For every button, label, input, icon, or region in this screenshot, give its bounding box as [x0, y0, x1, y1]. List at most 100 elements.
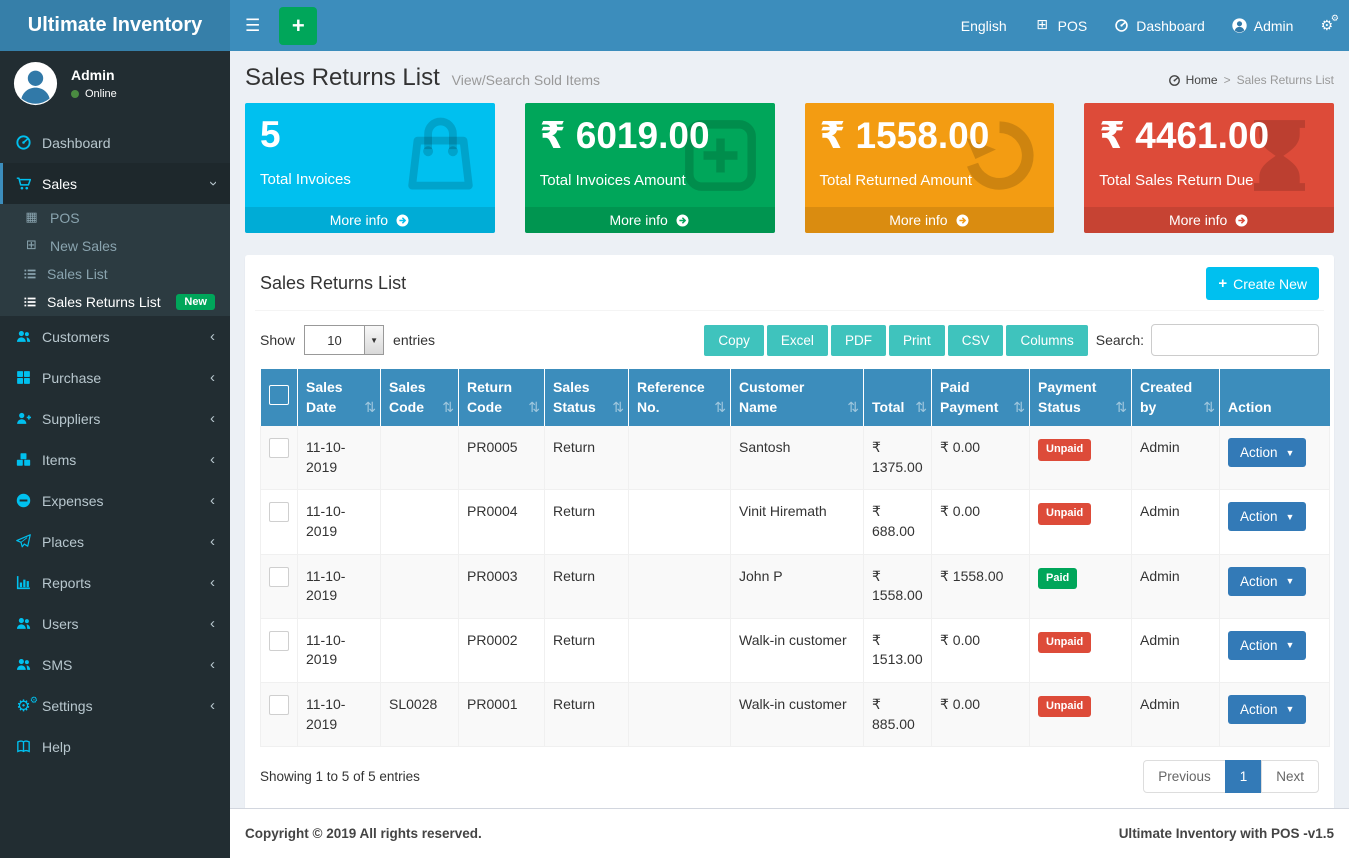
sidebar-item-help: Help — [0, 726, 230, 767]
cell-return-code: PR0002 — [459, 618, 545, 682]
sidebar-item-sales: Sales‹▦POS⊞New SalesSales ListSales Retu… — [0, 163, 230, 316]
brand-logo[interactable]: Ultimate Inventory — [0, 0, 230, 51]
row-checkbox[interactable] — [269, 502, 289, 522]
sidebar-item-head[interactable]: Items‹ — [0, 439, 230, 480]
export-csv-button[interactable]: CSV — [948, 325, 1004, 356]
row-action-button[interactable]: Action▼ — [1228, 631, 1306, 660]
row-action-button[interactable]: Action▼ — [1228, 567, 1306, 596]
export-print-button[interactable]: Print — [889, 325, 945, 356]
language-menu[interactable]: English — [961, 18, 1007, 34]
sidebar-item-label: Purchase — [42, 370, 101, 386]
breadcrumb-current: Sales Returns List — [1237, 73, 1334, 87]
search-input[interactable] — [1151, 324, 1319, 356]
more-info-link[interactable]: More info — [805, 207, 1055, 233]
cell-created-by: Admin — [1132, 682, 1220, 746]
sidebar-subitem-sales-list[interactable]: Sales List — [0, 260, 230, 288]
col-header-customer-name[interactable]: Customer Name⇅ — [731, 369, 864, 426]
col-header-sales-date[interactable]: Sales Date⇅ — [298, 369, 381, 426]
col-header-payment-status[interactable]: Payment Status⇅ — [1030, 369, 1132, 426]
row-checkbox[interactable] — [269, 567, 289, 587]
pagination-next[interactable]: Next — [1261, 760, 1319, 793]
more-info-label: More info — [1169, 212, 1227, 228]
content-wrapper: Sales Returns List View/Search Sold Item… — [230, 51, 1349, 808]
online-status-label: Online — [85, 88, 117, 100]
info-box-total-invoices-amount: ₹ 6019.00Total Invoices AmountMore info — [525, 103, 775, 233]
more-info-link[interactable]: More info — [245, 207, 495, 233]
cell-select — [261, 618, 298, 682]
users-icon — [15, 328, 32, 345]
nav-dashboard-link[interactable]: Dashboard — [1114, 18, 1205, 34]
col-header-reference-no[interactable]: Reference No.⇅ — [629, 369, 731, 426]
export-copy-button[interactable]: Copy — [704, 325, 764, 356]
sidebar-subitem-label: POS — [50, 210, 80, 226]
col-header-sales-status[interactable]: Sales Status⇅ — [545, 369, 629, 426]
cell-created-by: Admin — [1132, 490, 1220, 554]
row-checkbox[interactable] — [269, 438, 289, 458]
row-action-button[interactable]: Action▼ — [1228, 438, 1306, 467]
sidebar-subitem-new-sales[interactable]: ⊞New Sales — [0, 232, 230, 260]
settings-cogs-icon[interactable]: ⚙⚙ — [1320, 17, 1333, 34]
cell-select — [261, 554, 298, 618]
col-header-label: Paid Payment — [940, 379, 998, 415]
pagination-page-1[interactable]: 1 — [1225, 760, 1263, 793]
sidebar-subitem-pos[interactable]: ▦POS — [0, 204, 230, 232]
more-info-link[interactable]: More info — [1084, 207, 1334, 233]
nav-pos-link[interactable]: ⊞ POS — [1034, 18, 1088, 34]
row-action-button[interactable]: Action▼ — [1228, 695, 1306, 724]
chevron-left-icon: ‹ — [210, 533, 215, 550]
sidebar-toggle-icon[interactable]: ☰ — [230, 16, 275, 36]
col-header-label: Created by — [1140, 379, 1192, 415]
pagination-previous[interactable]: Previous — [1143, 760, 1226, 793]
sidebar-item-head[interactable]: ⚙⚙Settings‹ — [0, 685, 230, 726]
select-arrow-icon: ▼ — [364, 326, 383, 354]
row-checkbox[interactable] — [269, 695, 289, 715]
sidebar-item-head[interactable]: Purchase‹ — [0, 357, 230, 398]
col-header-total[interactable]: Total⇅ — [864, 369, 932, 426]
col-header-action[interactable]: Action — [1220, 369, 1330, 426]
sort-icon: ⇅ — [1203, 399, 1215, 419]
sidebar-item-head[interactable]: Help — [0, 726, 230, 767]
col-header-paid-payment[interactable]: Paid Payment⇅ — [932, 369, 1030, 426]
action-button-label: Action — [1240, 574, 1278, 589]
col-header-select-all[interactable] — [261, 369, 298, 426]
sidebar-item-head[interactable]: Expenses‹ — [0, 480, 230, 521]
payment-status-badge: Unpaid — [1038, 696, 1091, 717]
sidebar-item-head[interactable]: Suppliers‹ — [0, 398, 230, 439]
sidebar-item-head[interactable]: Users‹ — [0, 603, 230, 644]
users-icon — [15, 615, 32, 632]
cell-reference-no — [629, 682, 731, 746]
table-row: 11-10-2019PR0002ReturnWalk-in customer₹ … — [261, 618, 1330, 682]
sidebar-item-head[interactable]: Sales‹ — [0, 163, 230, 204]
sidebar-item-head[interactable]: Places‹ — [0, 521, 230, 562]
action-button-label: Action — [1240, 509, 1278, 524]
more-info-link[interactable]: More info — [525, 207, 775, 233]
sidebar-item-head[interactable]: Customers‹ — [0, 316, 230, 357]
user-menu[interactable]: Admin — [1232, 18, 1294, 34]
select-all-checkbox[interactable] — [269, 385, 289, 405]
quick-add-button[interactable]: + — [279, 7, 317, 45]
col-header-created-by[interactable]: Created by ⇅ — [1132, 369, 1220, 426]
col-header-sales-code[interactable]: Sales Code⇅ — [381, 369, 459, 426]
row-action-button[interactable]: Action▼ — [1228, 502, 1306, 531]
sidebar-subitem-sales-returns-list[interactable]: Sales Returns ListNew — [0, 288, 230, 316]
sidebar-item-head[interactable]: Reports‹ — [0, 562, 230, 603]
export-excel-button[interactable]: Excel — [767, 325, 828, 356]
sidebar-item-head[interactable]: Dashboard — [0, 122, 230, 163]
page-length-select[interactable]: 10 ▼ — [304, 325, 384, 355]
chevron-down-icon: ‹ — [204, 181, 221, 186]
export-columns-button[interactable]: Columns — [1006, 325, 1087, 356]
sidebar-item-head[interactable]: SMS‹ — [0, 644, 230, 685]
create-new-button[interactable]: + Create New — [1206, 267, 1319, 300]
breadcrumb: Home > Sales Returns List — [1168, 73, 1334, 87]
cell-total: ₹ 1513.00 — [864, 618, 932, 682]
action-button-label: Action — [1240, 445, 1278, 460]
sidebar-item-expenses: Expenses‹ — [0, 480, 230, 521]
col-header-return-code[interactable]: Return Code⇅ — [459, 369, 545, 426]
breadcrumb-home[interactable]: Home — [1168, 73, 1218, 87]
gauge-icon — [15, 134, 32, 151]
more-info-label: More info — [609, 212, 667, 228]
export-pdf-button[interactable]: PDF — [831, 325, 886, 356]
list-icon — [23, 295, 37, 309]
cell-sales-date: 11-10-2019 — [298, 554, 381, 618]
row-checkbox[interactable] — [269, 631, 289, 651]
